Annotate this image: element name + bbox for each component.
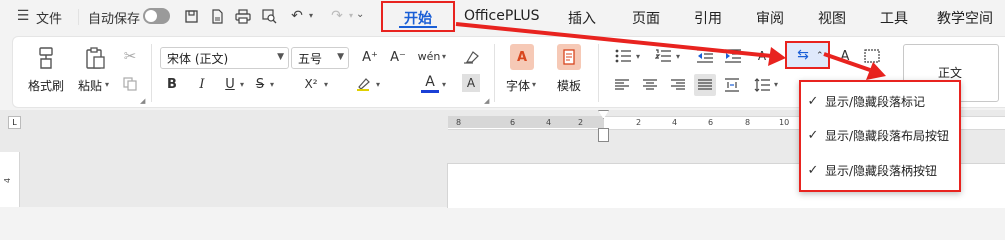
check-icon: ✓ [807, 127, 819, 143]
menu-item-label: 显示/隐藏段落布局按钮 [825, 128, 950, 143]
check-icon: ✓ [807, 93, 819, 109]
paragraph-marks-menu: ✓ 显示/隐藏段落标记 ✓ 显示/隐藏段落布局按钮 ✓ 显示/隐藏段落柄按钮 [799, 80, 961, 192]
menu-item-show-layout-button[interactable]: ✓ 显示/隐藏段落布局按钮 [801, 120, 959, 150]
menu-item-label: 显示/隐藏段落柄按钮 [825, 163, 938, 178]
check-icon: ✓ [807, 162, 819, 178]
menu-item-show-paragraph-marks[interactable]: ✓ 显示/隐藏段落标记 [801, 86, 959, 116]
menu-item-show-handle-button[interactable]: ✓ 显示/隐藏段落柄按钮 [801, 155, 959, 185]
menu-item-label: 显示/隐藏段落标记 [825, 94, 926, 109]
